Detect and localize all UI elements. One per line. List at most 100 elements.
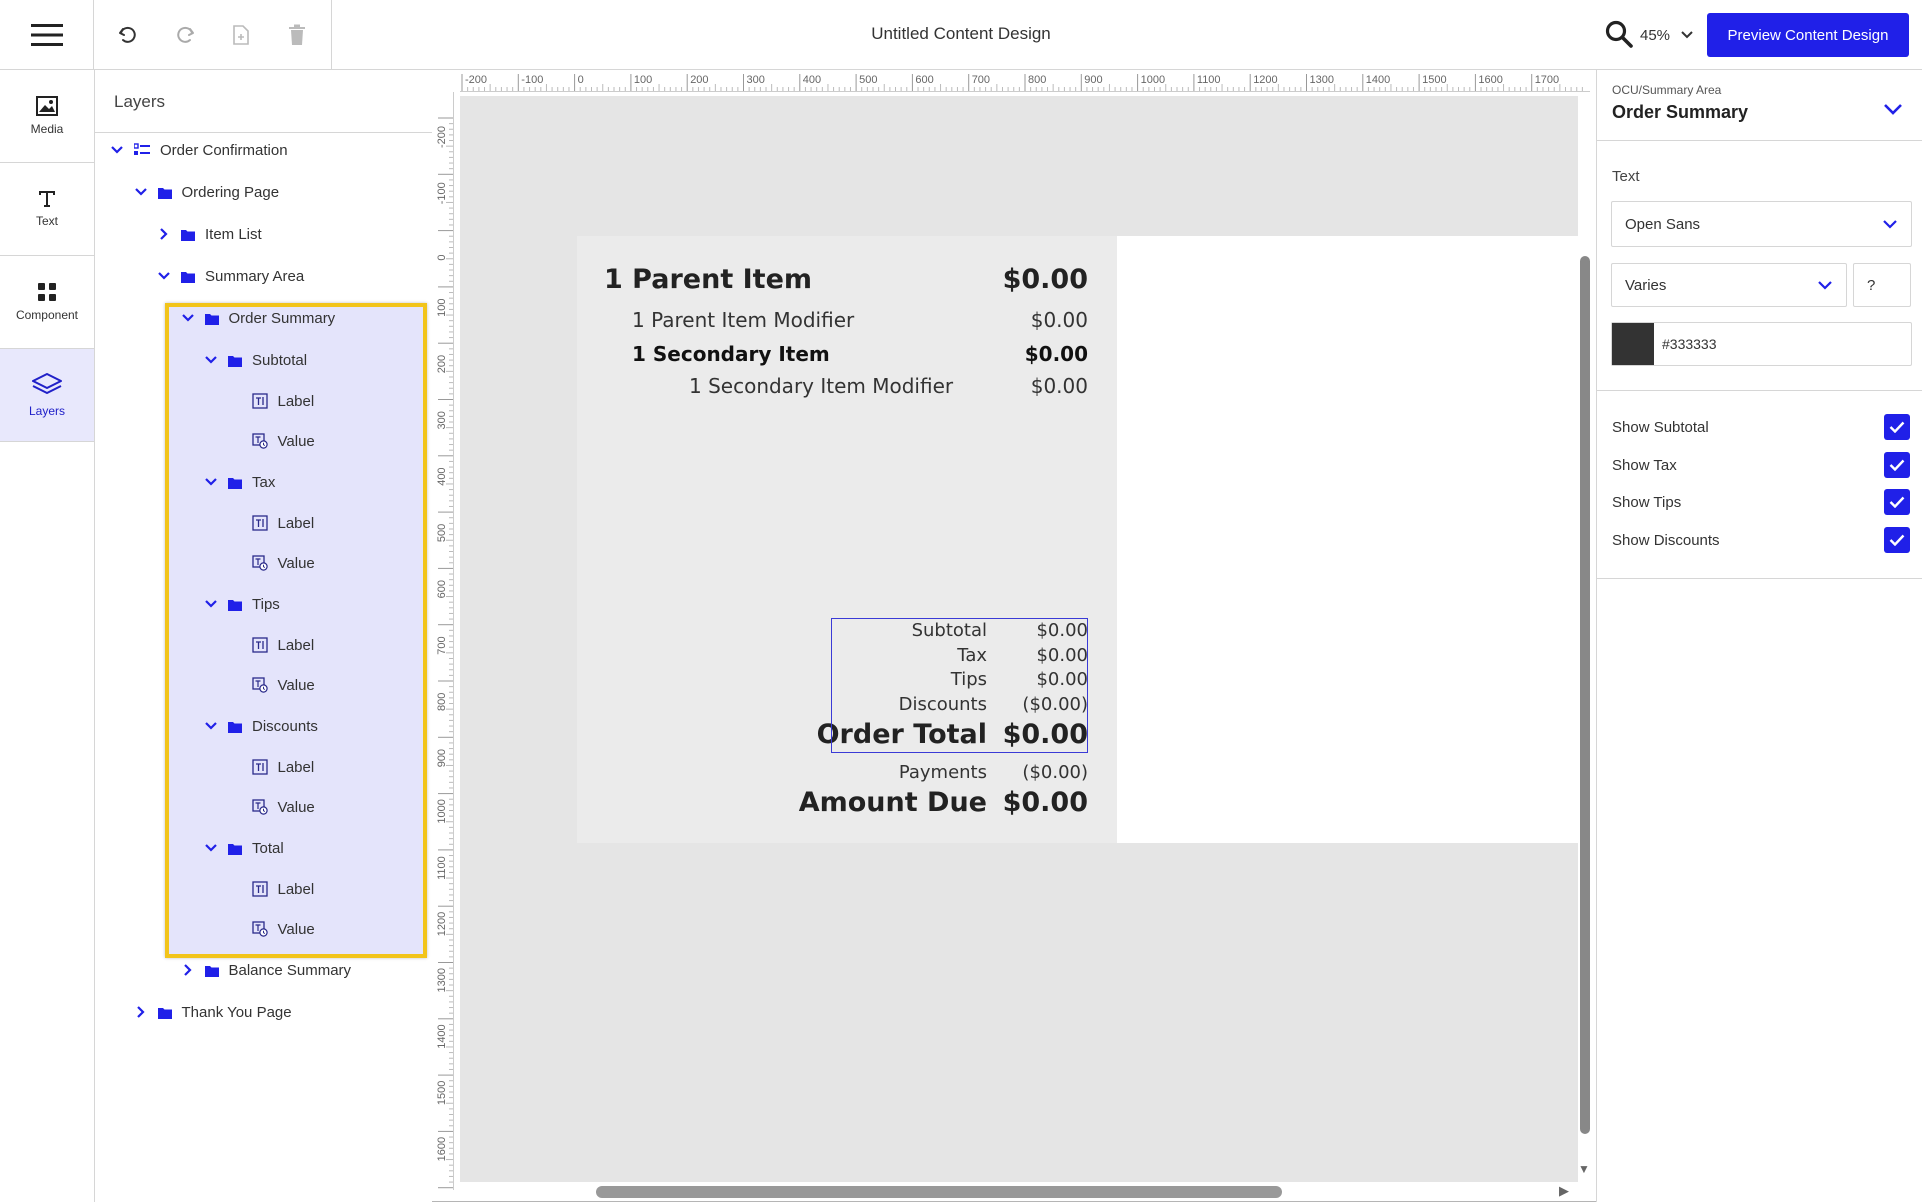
layer-label: Label xyxy=(277,880,315,898)
redo-icon xyxy=(177,26,194,43)
show-tips-row: Show Tips xyxy=(1612,488,1910,516)
dynamic-value-icon xyxy=(251,677,268,693)
color-swatch[interactable] xyxy=(1612,323,1654,365)
rail-label-component: Component xyxy=(15,308,79,322)
layer-row-ordering-page[interactable]: Ordering Page xyxy=(134,177,279,207)
layer-row-summary-area[interactable]: Summary Area xyxy=(157,261,304,291)
layer-label: Label xyxy=(277,514,315,532)
text-field-icon xyxy=(251,759,268,775)
folder-icon xyxy=(181,270,195,283)
font-family-select[interactable]: Open Sans xyxy=(1611,201,1912,247)
chevron-down-icon[interactable] xyxy=(157,269,171,283)
chevron-down-icon[interactable] xyxy=(110,143,124,157)
text-color-picker[interactable]: #333333 xyxy=(1611,322,1912,366)
preview-content-design-button[interactable]: Preview Content Design xyxy=(1707,13,1909,57)
item-price: $0.00 xyxy=(1002,264,1088,295)
layer-row-label[interactable]: Label xyxy=(228,508,315,538)
layer-row-label[interactable]: Label xyxy=(228,630,314,660)
divider xyxy=(95,132,432,133)
redo-button[interactable] xyxy=(168,18,202,52)
zoom-search-button[interactable] xyxy=(1604,19,1636,51)
ruler-label: 200 xyxy=(436,355,448,373)
document-title[interactable]: Untitled Content Design xyxy=(871,24,1051,43)
chevron-down-icon[interactable] xyxy=(134,185,148,199)
chevron-down-icon[interactable] xyxy=(181,311,195,325)
chevron-down-icon[interactable] xyxy=(204,841,218,855)
layer-row-value[interactable]: Value xyxy=(228,426,315,456)
chevron-down-icon[interactable] xyxy=(204,475,218,489)
rail-item-media[interactable]: Media xyxy=(0,70,94,163)
rail-item-component[interactable]: Component xyxy=(0,256,94,349)
text-field-icon xyxy=(251,515,268,531)
layer-row-discounts[interactable]: Discounts xyxy=(204,711,318,741)
ruler-label: 1500 xyxy=(436,1081,448,1105)
layer-row-label[interactable]: Label xyxy=(228,386,314,416)
zoom-select[interactable]: 45% xyxy=(1640,22,1694,48)
show-discounts-checkbox[interactable] xyxy=(1884,527,1910,553)
ruler-label: 1200 xyxy=(436,912,448,936)
chevron-down-icon[interactable] xyxy=(204,719,218,733)
layer-label: Tips xyxy=(252,595,280,613)
layer-row-tax[interactable]: Tax xyxy=(204,467,275,497)
chevron-right-icon[interactable] xyxy=(157,227,171,241)
collapse-properties-button[interactable] xyxy=(1879,95,1907,123)
item-name: 1 Parent Item xyxy=(604,264,813,295)
divider xyxy=(1597,578,1922,579)
layer-row-label[interactable]: Label xyxy=(228,752,314,782)
layer-row-subtotal[interactable]: Subtotal xyxy=(204,345,307,375)
font-weight-value: Varies xyxy=(1625,276,1667,294)
show-subtotal-checkbox[interactable] xyxy=(1884,414,1910,440)
layer-row-item-list[interactable]: Item List xyxy=(157,219,262,249)
layers-icon xyxy=(32,373,62,394)
delete-button[interactable] xyxy=(280,18,314,52)
hamburger-menu-button[interactable] xyxy=(0,0,94,70)
scroll-right-arrow[interactable]: ▶ xyxy=(1559,1183,1569,1199)
show-tips-checkbox[interactable] xyxy=(1884,489,1910,515)
ruler-label: 800 xyxy=(1028,74,1046,86)
layer-row-order-confirmation[interactable]: Order Confirmation xyxy=(110,135,288,165)
ruler-label: 1000 xyxy=(436,799,448,823)
layer-row-order-summary[interactable]: Order Summary xyxy=(181,303,335,333)
ruler-label: 1400 xyxy=(1366,74,1390,86)
ruler-label: 400 xyxy=(436,467,448,485)
text-field-icon xyxy=(251,881,268,897)
horizontal-ruler: -200 -100 0 100 200 300 400 500 600 700 800 900 1000… xyxy=(460,70,1590,92)
checkbox-label: Show Subtotal xyxy=(1612,418,1709,436)
chevron-right-icon[interactable] xyxy=(134,1005,148,1019)
duplicate-icon xyxy=(233,25,249,45)
horizontal-scrollbar[interactable] xyxy=(596,1186,1282,1198)
layer-row-balance-summary[interactable]: Balance Summary xyxy=(181,955,351,985)
scroll-down-arrow[interactable]: ▼ xyxy=(1578,1162,1590,1176)
rail-label-text: Text xyxy=(35,214,58,228)
chevron-down-icon xyxy=(1884,104,1902,115)
vertical-scrollbar[interactable] xyxy=(1580,256,1590,1134)
chevron-right-icon[interactable] xyxy=(181,963,195,977)
layer-row-value[interactable]: Value xyxy=(228,914,315,944)
layer-row-tips[interactable]: Tips xyxy=(204,589,280,619)
ruler-label: 900 xyxy=(1084,74,1102,86)
layer-row-value[interactable]: Value xyxy=(228,670,315,700)
layer-label: Tax xyxy=(252,473,276,491)
rail-item-layers[interactable]: Layers xyxy=(0,349,94,442)
rail-item-text[interactable]: Text xyxy=(0,163,94,256)
layer-label: Item List xyxy=(205,225,262,243)
amount-due-value: $0.00 xyxy=(1002,787,1088,818)
duplicate-button[interactable] xyxy=(224,18,258,52)
layer-row-total[interactable]: Total xyxy=(204,833,284,863)
image-icon xyxy=(36,96,58,116)
layer-row-value[interactable]: Value xyxy=(228,548,315,578)
item-name: 1 Parent Item Modifier xyxy=(632,308,855,332)
layer-label: Discounts xyxy=(252,717,318,735)
ruler-label: -100 xyxy=(521,74,543,86)
show-tax-checkbox[interactable] xyxy=(1884,452,1910,478)
font-size-input[interactable]: ? xyxy=(1853,263,1911,307)
font-weight-select[interactable]: Varies xyxy=(1611,263,1847,307)
layer-row-value[interactable]: Value xyxy=(228,792,315,822)
selection-box[interactable] xyxy=(831,618,1088,753)
chevron-down-icon[interactable] xyxy=(204,597,218,611)
chevron-down-icon[interactable] xyxy=(204,353,218,367)
layer-row-thank-you-page[interactable]: Thank You Page xyxy=(134,997,292,1027)
undo-button[interactable] xyxy=(111,18,145,52)
layer-row-label[interactable]: Label xyxy=(228,874,315,904)
payments-label: Payments xyxy=(898,762,987,783)
